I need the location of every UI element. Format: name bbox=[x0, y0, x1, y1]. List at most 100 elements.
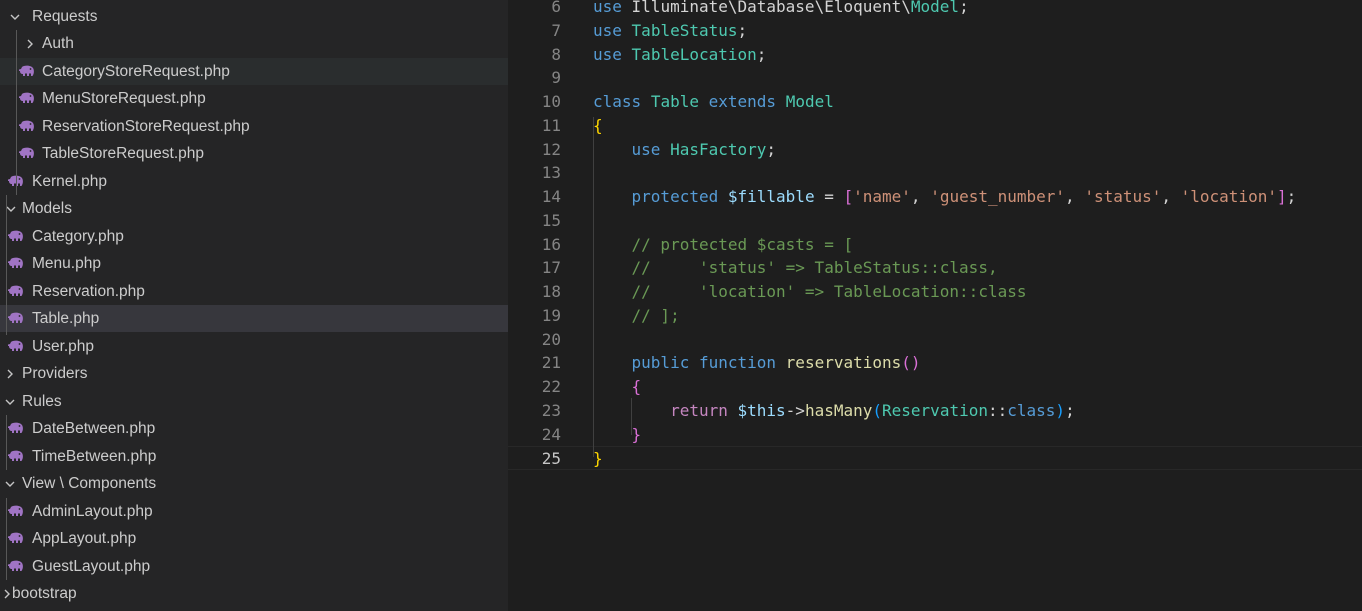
code-text[interactable]: { bbox=[593, 114, 603, 138]
code-text[interactable]: { bbox=[593, 375, 642, 399]
code-token: use bbox=[593, 0, 622, 16]
tree-folder-auth[interactable]: Auth bbox=[0, 30, 508, 57]
code-token: use bbox=[593, 21, 622, 40]
tree-file-category-php[interactable]: Category.php bbox=[0, 223, 508, 250]
line-number: 17 bbox=[541, 258, 561, 277]
tree-folder-requests[interactable]: Requests bbox=[0, 3, 508, 30]
code-token: 'guest_number' bbox=[930, 187, 1066, 206]
code-token: function bbox=[698, 353, 777, 372]
code-token: use bbox=[631, 140, 661, 159]
tree-item-label: TimeBetween.php bbox=[32, 448, 157, 465]
code-text[interactable]: // 'status' => TableStatus::class, bbox=[593, 256, 998, 280]
tree-file-table-php[interactable]: Table.php bbox=[0, 305, 508, 332]
code-line[interactable]: 6 use Illuminate\Database\Eloquent\Model; bbox=[508, 0, 1362, 19]
code-editor[interactable]: 6 use Illuminate\Database\Eloquent\Model;… bbox=[508, 0, 1362, 611]
php-elephant-icon bbox=[19, 113, 37, 140]
chevron-down-icon[interactable] bbox=[3, 470, 17, 497]
code-line[interactable]: 9 bbox=[508, 66, 1362, 90]
code-line[interactable]: 24 } bbox=[508, 423, 1362, 447]
php-elephant-icon bbox=[19, 85, 37, 112]
tree-file-timebetween-php[interactable]: TimeBetween.php bbox=[0, 443, 508, 470]
code-line[interactable]: 10 class Table extends Model bbox=[508, 90, 1362, 114]
indent-guide bbox=[16, 30, 17, 195]
chevron-down-icon[interactable] bbox=[3, 388, 17, 415]
code-token: ; bbox=[756, 45, 767, 64]
code-text[interactable]: protected $fillable = ['name', 'guest_nu… bbox=[593, 185, 1297, 209]
tree-file-tablestorerequest-php[interactable]: TableStoreRequest.php bbox=[0, 140, 508, 167]
code-text[interactable]: use TableStatus; bbox=[593, 19, 747, 43]
code-line[interactable]: 18 // 'location' => TableLocation::class bbox=[508, 280, 1362, 304]
tree-file-menu-php[interactable]: Menu.php bbox=[0, 250, 508, 277]
code-text[interactable]: return $this->hasMany(Reservation::class… bbox=[593, 399, 1075, 423]
tree-file-categorystorerequest-php[interactable]: CategoryStoreRequest.php bbox=[0, 58, 508, 85]
tree-folder-models[interactable]: Models bbox=[0, 195, 508, 222]
tree-folder-rules[interactable]: Rules bbox=[0, 388, 508, 415]
tree-item-label: DateBetween.php bbox=[32, 420, 156, 437]
code-token: 'name' bbox=[853, 187, 911, 206]
code-line[interactable]: 14 protected $fillable = ['name', 'guest… bbox=[508, 185, 1362, 209]
code-text[interactable]: use Illuminate\Database\Eloquent\Model; bbox=[593, 0, 969, 19]
code-line[interactable]: 17 // 'status' => TableStatus::class, bbox=[508, 256, 1362, 280]
code-text[interactable]: // protected $casts = [ bbox=[593, 233, 854, 257]
tree-folder-view-components[interactable]: View \ Components bbox=[0, 470, 508, 497]
code-text[interactable]: // 'location' => TableLocation::class bbox=[593, 280, 1027, 304]
code-token: class bbox=[1007, 401, 1056, 420]
code-line[interactable]: 23 return $this->hasMany(Reservation::cl… bbox=[508, 399, 1362, 423]
tree-file-reservationstorerequest-php[interactable]: ReservationStoreRequest.php bbox=[0, 113, 508, 140]
line-number: 25 bbox=[541, 449, 561, 468]
code-line[interactable]: 21 public function reservations() bbox=[508, 351, 1362, 375]
code-token: use bbox=[593, 45, 622, 64]
tree-file-guestlayout-php[interactable]: GuestLayout.php bbox=[0, 553, 508, 580]
chevron-down-icon[interactable] bbox=[8, 3, 22, 30]
tree-file-reservation-php[interactable]: Reservation.php bbox=[0, 278, 508, 305]
code-token: 'location' bbox=[1180, 187, 1277, 206]
code-line[interactable]: 16 // protected $casts = [ bbox=[508, 233, 1362, 257]
code-token: { bbox=[593, 116, 603, 135]
code-text[interactable]: // ]; bbox=[593, 304, 680, 328]
php-elephant-icon bbox=[8, 525, 26, 552]
code-line[interactable]: 12 use HasFactory; bbox=[508, 138, 1362, 162]
code-text[interactable]: class Table extends Model bbox=[593, 90, 834, 114]
code-text[interactable]: } bbox=[593, 423, 642, 447]
tree-folder-bootstrap[interactable]: bootstrap bbox=[0, 580, 508, 607]
code-token: = bbox=[814, 187, 844, 206]
line-number: 12 bbox=[541, 140, 561, 159]
code-line[interactable]: 25} bbox=[508, 446, 1362, 470]
line-number: 8 bbox=[551, 45, 561, 64]
code-line[interactable]: 13 bbox=[508, 161, 1362, 185]
code-line[interactable]: 15 bbox=[508, 209, 1362, 233]
code-text[interactable]: } bbox=[593, 447, 603, 471]
tree-file-menustorerequest-php[interactable]: MenuStoreRequest.php bbox=[0, 85, 508, 112]
tree-item-label: MenuStoreRequest.php bbox=[42, 90, 206, 107]
code-line[interactable]: 20 bbox=[508, 328, 1362, 352]
tree-file-applayout-php[interactable]: AppLayout.php bbox=[0, 525, 508, 552]
code-token: ) bbox=[1055, 401, 1066, 420]
line-number: 18 bbox=[541, 282, 561, 301]
chevron-right-icon[interactable] bbox=[23, 30, 37, 57]
explorer-sidebar: Requests Auth CategoryStoreRequest.php Menu… bbox=[0, 0, 508, 611]
tree-item-label: Category.php bbox=[32, 228, 124, 245]
line-number: 15 bbox=[541, 211, 561, 230]
tree-file-user-php[interactable]: User.php bbox=[0, 333, 508, 360]
code-line[interactable]: 22 { bbox=[508, 375, 1362, 399]
code-line[interactable]: 7 use TableStatus; bbox=[508, 19, 1362, 43]
code-text[interactable]: use TableLocation; bbox=[593, 43, 766, 67]
tree-file-kernel-php[interactable]: Kernel.php bbox=[0, 168, 508, 195]
chevron-right-icon[interactable] bbox=[3, 360, 17, 387]
indent-guide bbox=[6, 195, 7, 335]
code-line[interactable]: 8 use TableLocation; bbox=[508, 43, 1362, 67]
code-text[interactable]: use HasFactory; bbox=[593, 138, 777, 162]
tree-item-label: User.php bbox=[32, 338, 95, 355]
tree-folder-providers[interactable]: Providers bbox=[0, 360, 508, 387]
code-text[interactable]: public function reservations() bbox=[593, 351, 921, 375]
code-token: // 'status' => TableStatus::class, bbox=[631, 258, 998, 277]
code-line[interactable]: 11 { bbox=[508, 114, 1362, 138]
code-line[interactable]: 19 // ]; bbox=[508, 304, 1362, 328]
tree-file-datebetween-php[interactable]: DateBetween.php bbox=[0, 415, 508, 442]
tree-file-adminlayout-php[interactable]: AdminLayout.php bbox=[0, 498, 508, 525]
